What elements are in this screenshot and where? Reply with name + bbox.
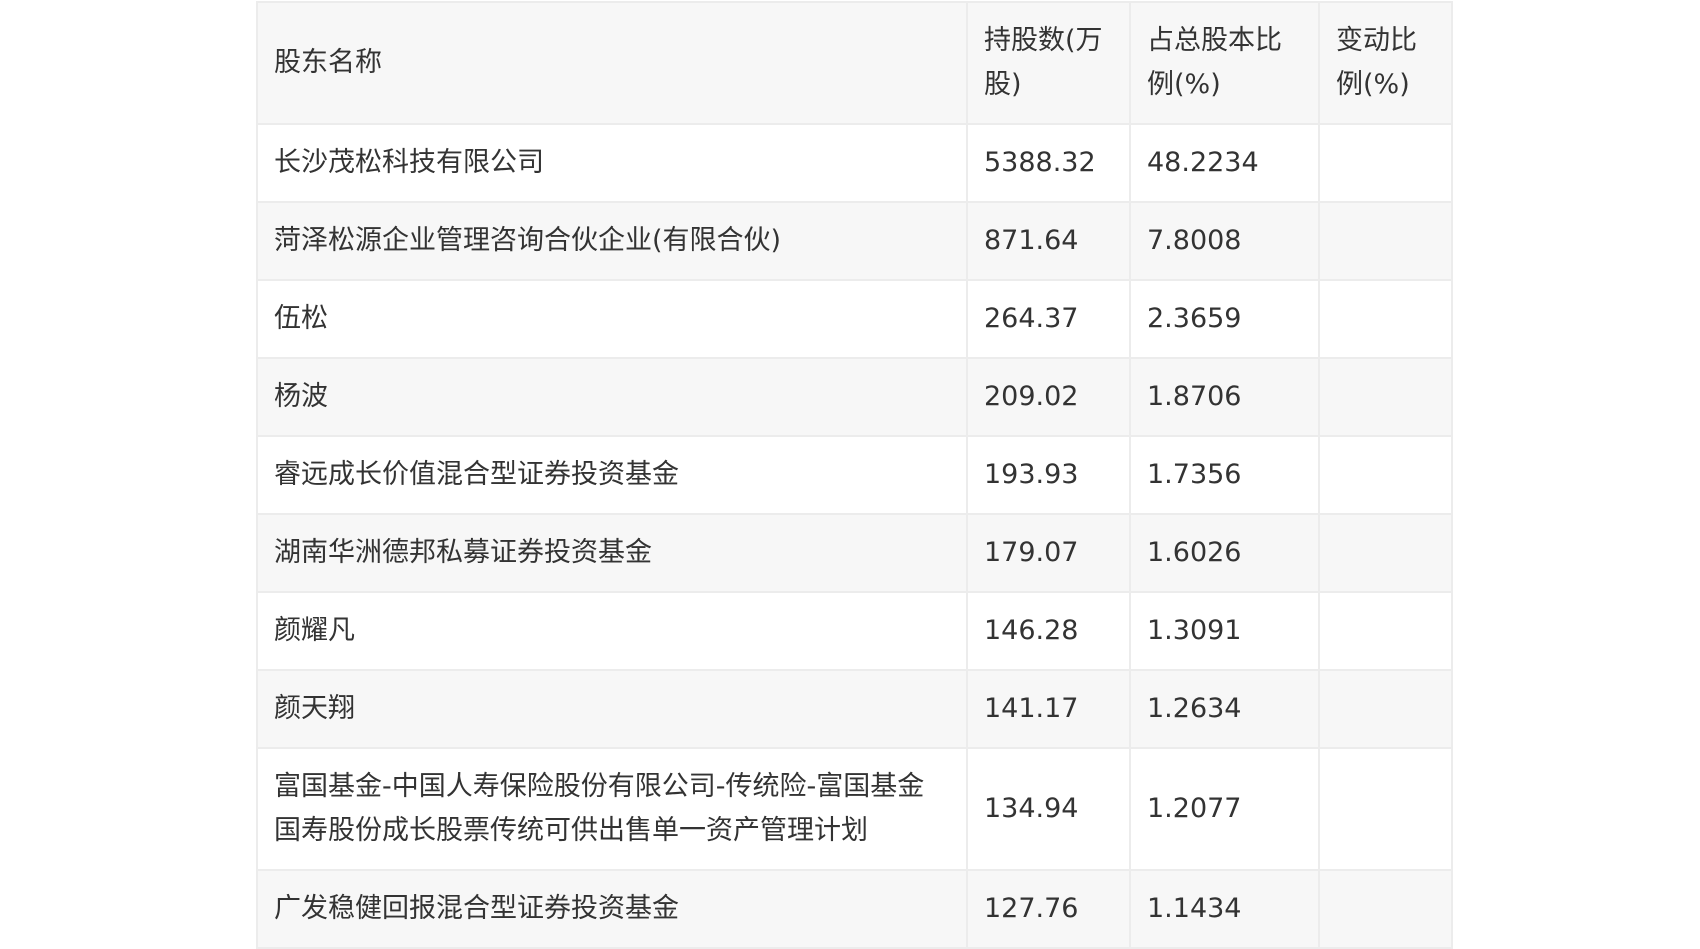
cell-change-ratio xyxy=(1318,357,1453,437)
cell-shareholder-name: 伍松 xyxy=(256,279,968,359)
cell-share-ratio: 1.7356 xyxy=(1129,435,1320,515)
shareholder-table-container: 股东名称 持股数(万股) 占总股本比例(%) 变动比例(%) 长沙茂松科技有限公… xyxy=(256,1,1453,949)
table-row: 富国基金-中国人寿保险股份有限公司-传统险-富国基金国寿股份成长股票传统可供出售… xyxy=(256,747,1453,871)
cell-shares-held: 264.37 xyxy=(966,279,1131,359)
table-row: 睿远成长价值混合型证券投资基金 193.93 1.7356 xyxy=(256,435,1453,515)
cell-share-ratio: 1.6026 xyxy=(1129,513,1320,593)
table-header: 股东名称 持股数(万股) 占总股本比例(%) 变动比例(%) xyxy=(256,1,1453,125)
cell-shares-held: 871.64 xyxy=(966,201,1131,281)
header-share-ratio: 占总股本比例(%) xyxy=(1129,1,1320,125)
cell-change-ratio xyxy=(1318,513,1453,593)
cell-shares-held: 127.76 xyxy=(966,869,1131,949)
header-shares-held: 持股数(万股) xyxy=(966,1,1131,125)
cell-change-ratio xyxy=(1318,591,1453,671)
cell-shareholder-name: 广发稳健回报混合型证券投资基金 xyxy=(256,869,968,949)
cell-change-ratio xyxy=(1318,435,1453,515)
table-body: 长沙茂松科技有限公司 5388.32 48.2234 菏泽松源企业管理咨询合伙企… xyxy=(256,123,1453,949)
cell-change-ratio xyxy=(1318,669,1453,749)
table-row: 广发稳健回报混合型证券投资基金 127.76 1.1434 xyxy=(256,869,1453,949)
cell-share-ratio: 1.1434 xyxy=(1129,869,1320,949)
header-change-ratio: 变动比例(%) xyxy=(1318,1,1453,125)
cell-share-ratio: 1.2634 xyxy=(1129,669,1320,749)
cell-shareholder-name: 菏泽松源企业管理咨询合伙企业(有限合伙) xyxy=(256,201,968,281)
cell-shareholder-name: 富国基金-中国人寿保险股份有限公司-传统险-富国基金国寿股份成长股票传统可供出售… xyxy=(256,747,968,871)
cell-change-ratio xyxy=(1318,869,1453,949)
table-row: 长沙茂松科技有限公司 5388.32 48.2234 xyxy=(256,123,1453,203)
cell-share-ratio: 48.2234 xyxy=(1129,123,1320,203)
table-row: 湖南华洲德邦私募证券投资基金 179.07 1.6026 xyxy=(256,513,1453,593)
cell-shareholder-name: 颜天翔 xyxy=(256,669,968,749)
table-row: 伍松 264.37 2.3659 xyxy=(256,279,1453,359)
cell-shareholder-name: 颜耀凡 xyxy=(256,591,968,671)
cell-share-ratio: 2.3659 xyxy=(1129,279,1320,359)
cell-shares-held: 141.17 xyxy=(966,669,1131,749)
header-shareholder-name: 股东名称 xyxy=(256,1,968,125)
cell-shareholder-name: 湖南华洲德邦私募证券投资基金 xyxy=(256,513,968,593)
cell-share-ratio: 1.8706 xyxy=(1129,357,1320,437)
cell-shares-held: 146.28 xyxy=(966,591,1131,671)
cell-share-ratio: 7.8008 xyxy=(1129,201,1320,281)
cell-change-ratio xyxy=(1318,279,1453,359)
cell-change-ratio xyxy=(1318,123,1453,203)
header-row: 股东名称 持股数(万股) 占总股本比例(%) 变动比例(%) xyxy=(256,1,1453,125)
cell-shares-held: 134.94 xyxy=(966,747,1131,871)
cell-shares-held: 179.07 xyxy=(966,513,1131,593)
cell-shareholder-name: 长沙茂松科技有限公司 xyxy=(256,123,968,203)
cell-change-ratio xyxy=(1318,747,1453,871)
shareholder-table: 股东名称 持股数(万股) 占总股本比例(%) 变动比例(%) 长沙茂松科技有限公… xyxy=(256,1,1453,949)
cell-share-ratio: 1.3091 xyxy=(1129,591,1320,671)
cell-shareholder-name: 睿远成长价值混合型证券投资基金 xyxy=(256,435,968,515)
table-row: 杨波 209.02 1.8706 xyxy=(256,357,1453,437)
table-row: 颜耀凡 146.28 1.3091 xyxy=(256,591,1453,671)
cell-shares-held: 209.02 xyxy=(966,357,1131,437)
cell-change-ratio xyxy=(1318,201,1453,281)
table-row: 颜天翔 141.17 1.2634 xyxy=(256,669,1453,749)
cell-shares-held: 5388.32 xyxy=(966,123,1131,203)
cell-share-ratio: 1.2077 xyxy=(1129,747,1320,871)
cell-shares-held: 193.93 xyxy=(966,435,1131,515)
table-row: 菏泽松源企业管理咨询合伙企业(有限合伙) 871.64 7.8008 xyxy=(256,201,1453,281)
cell-shareholder-name: 杨波 xyxy=(256,357,968,437)
